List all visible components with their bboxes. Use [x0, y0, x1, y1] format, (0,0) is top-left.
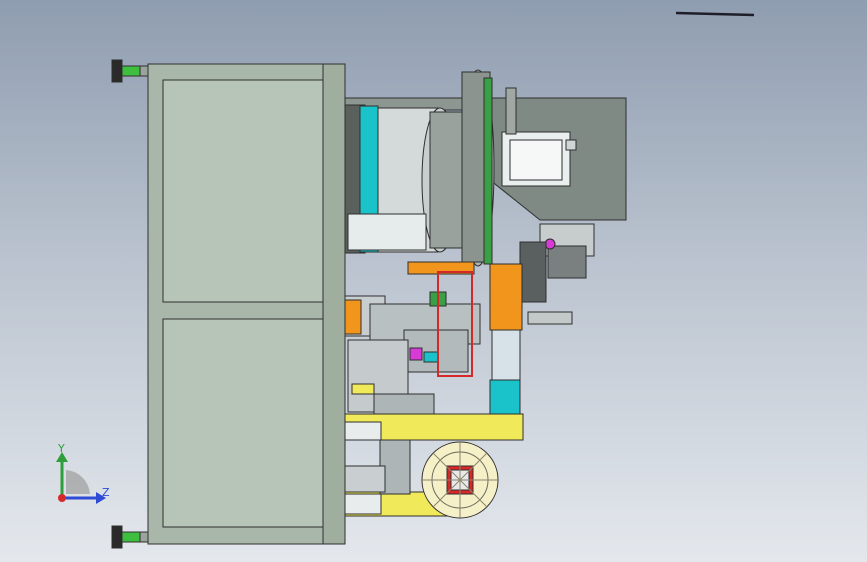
z-axis-label: Z [102, 486, 110, 499]
y-axis-label: Y [58, 442, 65, 455]
cad-viewport[interactable]: Y Z [0, 0, 867, 562]
triad-plane [66, 470, 90, 494]
x-axis-dot [58, 494, 66, 502]
axis-triad [56, 452, 106, 504]
